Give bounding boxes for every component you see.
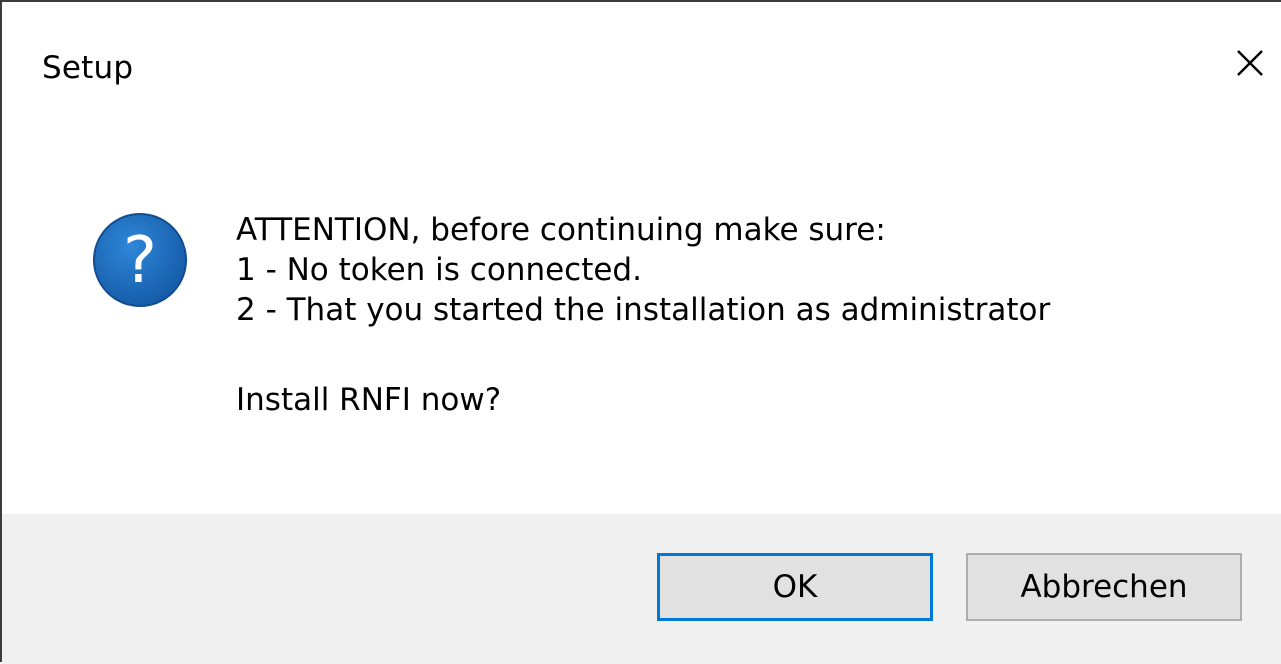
window-title: Setup <box>42 50 134 86</box>
button-bar: OK Abbrechen <box>2 514 1281 664</box>
close-icon <box>1237 50 1263 76</box>
message-line: ATTENTION, before continuing make sure: <box>236 212 886 248</box>
ok-button[interactable]: OK <box>657 553 933 621</box>
title-bar: Setup <box>2 2 1281 132</box>
message-line: 1 - No token is connected. <box>236 252 642 288</box>
close-button[interactable] <box>1225 38 1275 88</box>
message-text: ATTENTION, before continuing make sure: … <box>236 210 1050 420</box>
message-area: ? ATTENTION, before continuing make sure… <box>2 132 1281 514</box>
message-line: 2 - That you started the installation as… <box>236 292 1051 328</box>
question-icon: ? <box>93 213 187 307</box>
cancel-button[interactable]: Abbrechen <box>966 553 1242 621</box>
svg-text:?: ? <box>123 224 157 298</box>
question-line: Install RNFI now? <box>236 382 502 418</box>
setup-dialog: Setup ? ATTENTION, before continuing mak… <box>0 0 1281 664</box>
